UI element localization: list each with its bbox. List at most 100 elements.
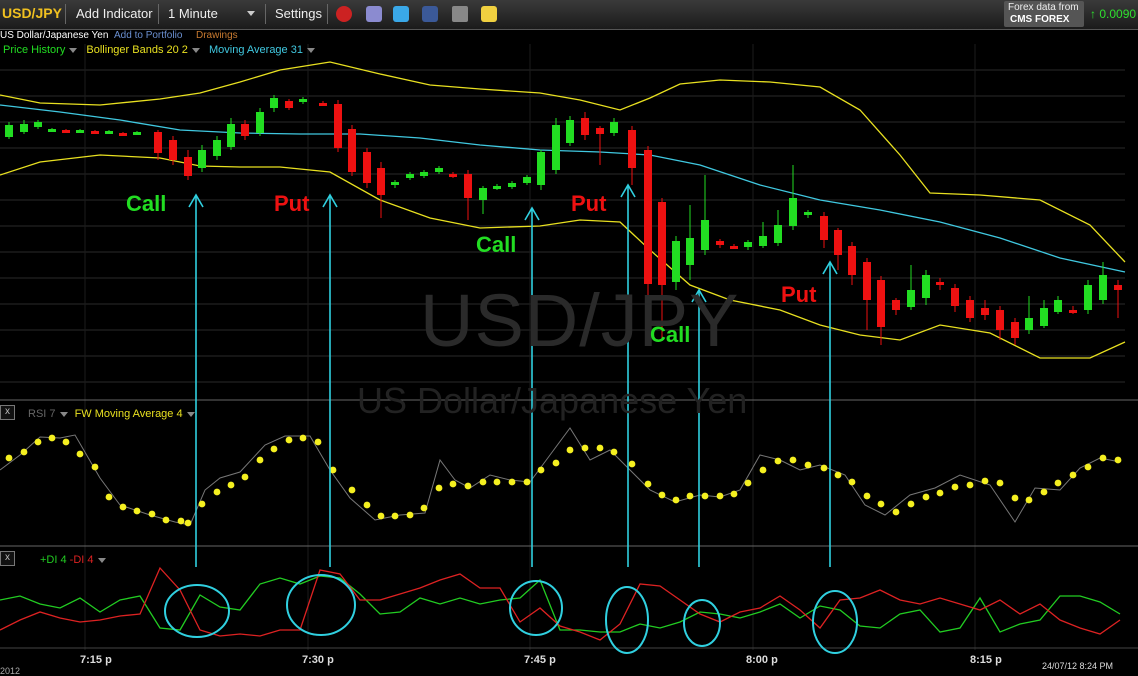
rsi-ma-dot — [449, 480, 457, 488]
legend-rsi[interactable]: RSI 7 — [28, 408, 56, 420]
call-signal-label: Call — [476, 232, 517, 257]
bullish-candle — [435, 168, 443, 172]
legend-moving-average[interactable]: Moving Average 31 — [209, 44, 303, 56]
rsi-ma-dot — [62, 438, 70, 446]
rsi-legend: RSI 7 FW Moving Average 4 — [28, 408, 195, 420]
rsi-ma-dot — [270, 445, 278, 453]
bullish-candle — [5, 125, 13, 137]
price-legend: Price History Bollinger Bands 20 2 Movin… — [3, 44, 315, 56]
rsi-ma-dot — [184, 519, 192, 527]
rsi-ma-dot — [1084, 463, 1092, 471]
rsi-ma-dot — [774, 457, 782, 465]
legend-price-history[interactable]: Price History — [3, 44, 65, 56]
x-tick-label: 7:30 p — [302, 654, 334, 666]
bullish-candle — [406, 174, 414, 178]
close-rsi-pane-button[interactable]: x — [0, 405, 15, 420]
chevron-down-icon[interactable] — [97, 557, 106, 563]
bearish-candle — [449, 174, 457, 177]
bullish-candle — [299, 99, 307, 102]
bearish-candle — [581, 118, 589, 135]
close-di-pane-button[interactable]: x — [0, 551, 15, 566]
watermark-symbol: USD/JPY — [420, 279, 740, 362]
rsi-ma-dot — [464, 482, 472, 490]
rsi-ma-dot — [672, 496, 680, 504]
rsi-ma-dot — [133, 507, 141, 515]
bearish-candle — [596, 128, 604, 134]
chevron-down-icon[interactable] — [306, 47, 315, 53]
rsi-ma-dot — [285, 436, 293, 444]
di-legend: +DI 4 -DI 4 — [40, 554, 106, 566]
rsi-ma-dot — [76, 450, 84, 458]
x-tick-label: 8:15 p — [970, 654, 1002, 666]
rsi-ma-dot — [34, 438, 42, 446]
rsi-ma-dot — [1114, 456, 1122, 464]
bearish-candle — [966, 300, 974, 318]
rsi-ma-dot — [479, 478, 487, 486]
legend-fw-ma[interactable]: FW Moving Average 4 — [75, 408, 183, 420]
bullish-candle — [1084, 285, 1092, 310]
bearish-candle — [863, 262, 871, 300]
crossover-circle — [286, 574, 356, 636]
bearish-candle — [319, 103, 327, 106]
rsi-ma-dot — [789, 456, 797, 464]
rsi-ma-dot — [348, 486, 356, 494]
bullish-candle — [1054, 300, 1062, 312]
bullish-candle — [701, 220, 709, 250]
rsi-ma-dot — [227, 481, 235, 489]
bullish-candle — [270, 98, 278, 108]
rsi-ma-dot — [966, 481, 974, 489]
rsi-ma-dot — [406, 511, 414, 519]
legend-plus-di[interactable]: +DI 4 — [40, 554, 67, 566]
rsi-ma-dot — [493, 478, 501, 486]
rsi-ma-dot — [420, 504, 428, 512]
bearish-candle — [154, 132, 162, 153]
rsi-ma-dot — [1025, 496, 1033, 504]
bullish-candle — [686, 238, 694, 265]
rsi-ma-dot — [834, 471, 842, 479]
legend-bollinger[interactable]: Bollinger Bands 20 2 — [86, 44, 188, 56]
bullish-candle — [1099, 275, 1107, 300]
bullish-candle — [420, 172, 428, 176]
bearish-candle — [644, 150, 652, 284]
bearish-candle — [951, 288, 959, 306]
bearish-candle — [334, 104, 342, 148]
call-signal-label: Call — [650, 322, 691, 347]
bearish-candle — [1069, 310, 1077, 313]
rsi-ma-dot — [435, 484, 443, 492]
bearish-candle — [996, 310, 1004, 330]
crossover-circle — [683, 599, 721, 647]
rsi-ma-dot — [658, 491, 666, 499]
bearish-candle — [834, 230, 842, 255]
bullish-candle — [759, 236, 767, 246]
crossover-circle — [164, 584, 230, 638]
rsi-ma-dot — [299, 434, 307, 442]
x-tick-label: 7:15 p — [80, 654, 112, 666]
rsi-ma-dot — [1099, 454, 1107, 462]
crossover-circle — [605, 586, 649, 654]
rsi-ma-dot — [981, 477, 989, 485]
bearish-candle — [285, 101, 293, 108]
rsi-ma-dot — [744, 479, 752, 487]
legend-minus-di[interactable]: -DI 4 — [70, 554, 94, 566]
rsi-ma-dot — [996, 479, 1004, 487]
bearish-candle — [184, 157, 192, 176]
rsi-ma-dot — [951, 483, 959, 491]
bullish-candle — [922, 275, 930, 298]
rsi-ma-dot — [610, 448, 618, 456]
chevron-down-icon[interactable] — [69, 47, 78, 53]
bearish-candle — [377, 168, 385, 195]
bullish-candle — [20, 124, 28, 132]
rsi-ma-dot — [686, 492, 694, 500]
rsi-ma-dot — [907, 500, 915, 508]
rsi-ma-dot — [256, 456, 264, 464]
rsi-ma-dot — [508, 478, 516, 486]
chevron-down-icon[interactable] — [186, 411, 195, 417]
crossover-circle — [812, 590, 858, 654]
rsi-ma-dot — [628, 460, 636, 468]
bearish-candle — [730, 246, 738, 249]
bearish-candle — [363, 152, 371, 183]
chevron-down-icon[interactable] — [191, 47, 200, 53]
rsi-ma-dot — [730, 490, 738, 498]
bullish-candle — [493, 186, 501, 189]
chevron-down-icon[interactable] — [59, 411, 68, 417]
